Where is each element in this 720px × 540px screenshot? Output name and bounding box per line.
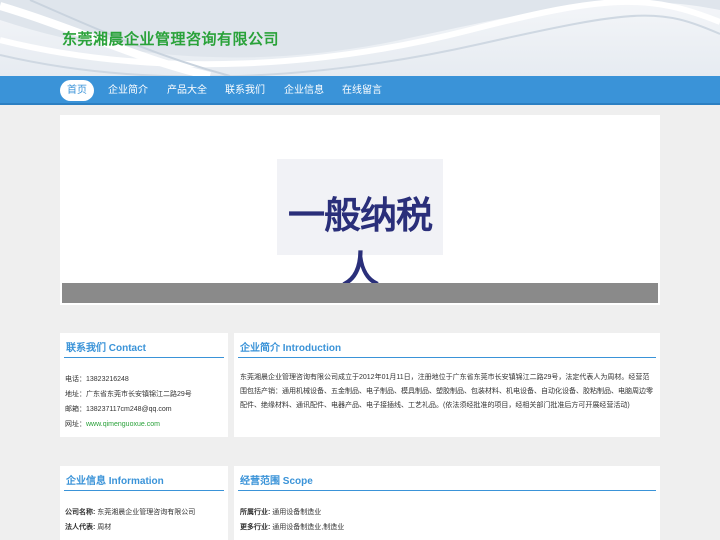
contact-email: 邮箱：138237117cm248@qq.com [65, 406, 172, 413]
scope-industry-label: 所属行业: [240, 509, 271, 516]
main-nav: 首页 企业简介 产品大全 联系我们 企业信息 在线留言 [0, 76, 720, 105]
scope-industry-row: 所属行业: 通用设备制造业 [240, 505, 321, 520]
intro-text: 东莞湘晨企业管理咨询有限公司成立于2012年01月11日，注册地位于广东省东莞市… [240, 374, 653, 409]
site-header: 东莞湘晨企业管理咨询有限公司 [0, 0, 720, 76]
nav-item-message[interactable]: 在线留言 [338, 80, 386, 101]
banner-image: 一般纳税人 [277, 159, 443, 290]
contact-address: 地址：广东省东莞市长安镇锦江二路29号 [65, 391, 192, 398]
contact-panel: 联系我们 Contact 电话：13823216248 地址：广东省东莞市长安镇… [60, 333, 228, 437]
contact-title: 联系我们 Contact [66, 343, 146, 354]
scope-more-value: 通用设备制造业,制造业 [272, 524, 345, 531]
banner: 一般纳税人 [60, 115, 660, 305]
info-legal-row: 法人代表: 周材 [65, 520, 111, 535]
scope-divider [238, 490, 656, 491]
info-title: 企业信息 Information [66, 476, 164, 487]
info-company-row: 公司名称: 东莞湘晨企业管理咨询有限公司 [65, 505, 195, 520]
intro-panel: 企业简介 Introduction 东莞湘晨企业管理咨询有限公司成立于2012年… [234, 333, 660, 437]
scope-more-label: 更多行业: [240, 524, 271, 531]
contact-website-row: 网址：www.qimenguoxue.com [65, 417, 160, 432]
scope-title: 经营范围 Scope [240, 476, 313, 487]
contact-website-label: 网址： [65, 421, 86, 428]
banner-image-text: 一般纳税人 [288, 195, 433, 290]
intro-title: 企业简介 Introduction [240, 343, 342, 354]
nav-item-products[interactable]: 产品大全 [163, 80, 211, 101]
scope-industry-value: 通用设备制造业 [272, 509, 322, 516]
info-company-value: 东莞湘晨企业管理咨询有限公司 [97, 509, 196, 516]
company-title[interactable]: 东莞湘晨企业管理咨询有限公司 [62, 28, 279, 49]
banner-caption-bar [62, 283, 658, 303]
nav-item-about[interactable]: 企业简介 [104, 80, 152, 101]
intro-divider [238, 357, 656, 358]
info-divider [64, 490, 224, 491]
info-company-label: 公司名称: [65, 509, 96, 516]
info-panel: 企业信息 Information 公司名称: 东莞湘晨企业管理咨询有限公司 法人… [60, 466, 228, 540]
scope-more-row: 更多行业: 通用设备制造业,制造业 [240, 520, 344, 535]
nav-item-company-info[interactable]: 企业信息 [280, 80, 328, 101]
contact-divider [64, 357, 224, 358]
contact-website-link[interactable]: www.qimenguoxue.com [86, 421, 160, 428]
contact-phone: 电话：13823216248 [65, 376, 129, 383]
info-legal-label: 法人代表: [65, 524, 96, 531]
nav-item-home[interactable]: 首页 [60, 80, 94, 101]
nav-item-contact[interactable]: 联系我们 [221, 80, 269, 101]
info-legal-value: 周材 [97, 524, 112, 531]
scope-panel: 经营范围 Scope 所属行业: 通用设备制造业 更多行业: 通用设备制造业,制… [234, 466, 660, 540]
